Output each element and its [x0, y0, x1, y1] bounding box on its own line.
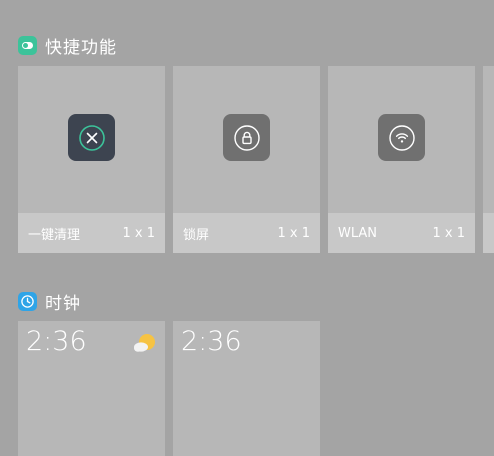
widget-size: 1 x 1 — [277, 225, 311, 241]
toggle-app-icon — [18, 36, 37, 55]
widget-next-partial[interactable] — [483, 66, 494, 253]
widget-label: WLAN — [338, 225, 378, 241]
widget-picker-page: 快捷功能 一键清理 1 x 1 锁屏 1 x 1 WLAN 1 x 1 时钟 2… — [0, 0, 494, 456]
shortcut-widget-row: 一键清理 1 x 1 锁屏 1 x 1 WLAN 1 x 1 — [18, 66, 494, 253]
clock-app-icon — [18, 292, 37, 311]
widget-lock-screen[interactable]: 锁屏 1 x 1 — [173, 66, 320, 253]
widget-footer: WLAN 1 x 1 — [328, 213, 475, 253]
shortcuts-section-header: 快捷功能 — [18, 33, 117, 58]
widget-size: 1 x 1 — [122, 225, 156, 241]
one-key-clean-tile — [68, 114, 115, 161]
lock-icon — [233, 124, 260, 151]
shortcuts-section-title: 快捷功能 — [45, 38, 117, 58]
widget-one-key-clean[interactable]: 一键清理 1 x 1 — [18, 66, 165, 253]
sun-cloud-icon — [134, 334, 155, 352]
widget-footer: 一键清理 1 x 1 — [18, 213, 165, 253]
widget-label: 锁屏 — [183, 227, 210, 243]
widget-footer — [483, 213, 494, 253]
widget-label: 一键清理 — [28, 227, 81, 243]
clock-widget-row: 2:36 2:36 — [18, 321, 320, 456]
widget-footer: 锁屏 1 x 1 — [173, 213, 320, 253]
clock-section-header: 时钟 — [18, 289, 81, 314]
clock-section-title: 时钟 — [45, 294, 81, 314]
clock-time: 2:36 — [26, 326, 87, 357]
clock-time: 2:36 — [181, 326, 242, 357]
clock-simple-widget[interactable]: 2:36 — [173, 321, 320, 456]
clock-weather-widget[interactable]: 2:36 — [18, 321, 165, 456]
close-circle-icon — [78, 124, 105, 151]
lock-screen-tile — [223, 114, 270, 161]
wlan-tile — [378, 114, 425, 161]
widget-wlan[interactable]: WLAN 1 x 1 — [328, 66, 475, 253]
wifi-icon — [388, 124, 415, 151]
widget-size: 1 x 1 — [432, 225, 466, 241]
